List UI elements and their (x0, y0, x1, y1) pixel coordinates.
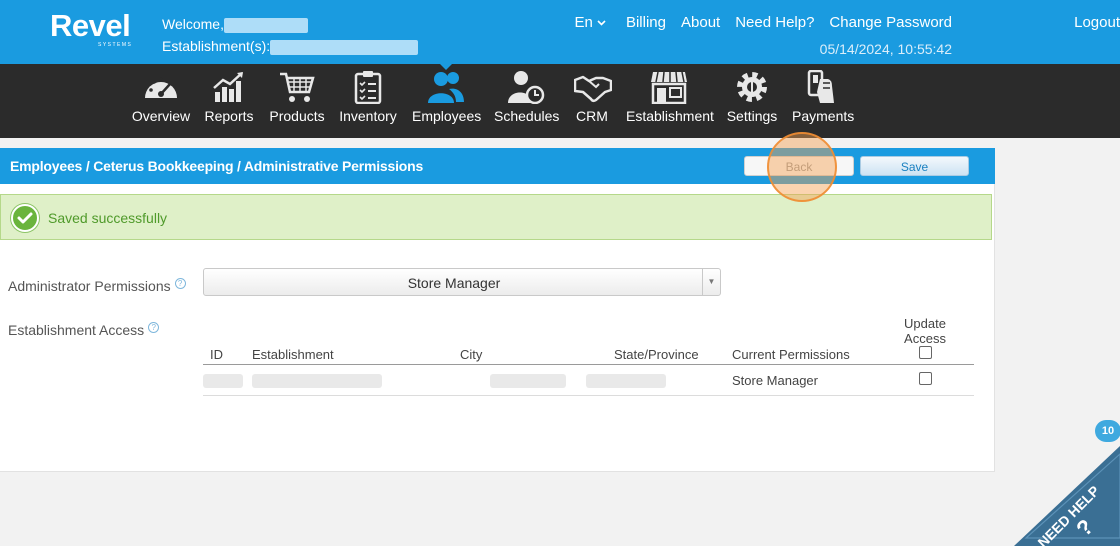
column-header-current-permissions: Current Permissions (732, 316, 896, 365)
need-help-link[interactable]: Need Help? (735, 14, 814, 31)
brand-name: Revel (50, 8, 131, 43)
chevron-down-icon (597, 20, 606, 26)
redacted-value (490, 373, 566, 388)
table-header-row: ID Establishment City State/Province Cur… (203, 316, 974, 365)
column-header-establishment: Establishment (252, 316, 460, 365)
column-header-city: City (460, 316, 614, 365)
card-icon (807, 70, 834, 103)
module-label: Inventory (339, 108, 397, 124)
active-module-caret (440, 64, 452, 70)
column-header-state: State/Province (614, 316, 732, 365)
redacted-establishment (270, 39, 419, 55)
module-label: Overview (131, 108, 191, 124)
page-title-bar: Employees / Ceterus Bookkeeping / Admini… (0, 148, 995, 184)
help-icon[interactable]: ? (148, 322, 160, 333)
need-help-tab[interactable]: NEED HELP ? (1010, 436, 1120, 546)
welcome-label: Welcome, (162, 16, 224, 32)
module-label: Schedules (494, 108, 560, 124)
cell-id (203, 364, 252, 396)
module-products[interactable]: Products (268, 70, 326, 134)
table-row: Store Manager (203, 364, 974, 396)
content-panel: Employees / Ceterus Bookkeeping / Admini… (0, 148, 995, 472)
update-access-label: Update Access (904, 316, 946, 346)
person-clock-icon (508, 71, 545, 104)
cart-icon (280, 72, 315, 102)
module-label: Establishment (626, 108, 714, 124)
chart-icon (213, 72, 243, 102)
module-employees[interactable]: Employees (412, 70, 482, 134)
top-nav: En Billing About Need Help? Change Passw… (574, 14, 1120, 31)
module-label: CRM (576, 108, 608, 124)
language-label: En (574, 14, 593, 31)
billing-link[interactable]: Billing (626, 14, 666, 31)
change-password-link[interactable]: Change Password (829, 14, 952, 31)
check-icon (11, 204, 39, 232)
module-inventory[interactable]: Inventory (338, 70, 398, 134)
module-settings[interactable]: Settings (726, 70, 778, 134)
select-all-checkbox[interactable] (918, 346, 932, 359)
cell-state (586, 364, 732, 396)
cell-current-permissions: Store Manager (732, 364, 896, 396)
redacted-username (223, 17, 308, 33)
module-overview[interactable]: Overview (130, 70, 192, 134)
module-reports[interactable]: Reports (204, 70, 254, 134)
datetime: 05/14/2024, 10:55:42 (819, 41, 952, 57)
speedometer-icon (145, 77, 177, 98)
module-schedules[interactable]: Schedules (494, 70, 560, 134)
module-label: Employees (412, 108, 482, 124)
breadcrumb: Employees / Ceterus Bookkeeping / Admini… (10, 158, 424, 174)
module-label: Settings (726, 108, 778, 124)
click-highlight (767, 132, 837, 202)
establishment-access-table: ID Establishment City State/Province Cur… (203, 316, 974, 396)
module-nav: Overview Reports Products Inventory Empl… (0, 64, 1120, 138)
brand-sub: SYSTEMS (98, 42, 133, 48)
update-access-checkbox[interactable] (918, 372, 932, 385)
establishment-label: Establishment(s): (162, 38, 271, 54)
module-label: Reports (204, 108, 254, 124)
save-button[interactable]: Save (860, 156, 969, 176)
notification-badge: 10 (1095, 420, 1120, 442)
cell-establishment (252, 364, 460, 396)
about-link[interactable]: About (681, 14, 720, 31)
dropdown-arrow-icon[interactable]: ▼ (702, 269, 720, 295)
redacted-value (586, 373, 666, 388)
establishment-access-label: Establishment Access (8, 322, 145, 338)
admin-permissions-label: Administrator Permissions (8, 278, 171, 294)
people-icon (428, 72, 464, 103)
module-crm[interactable]: CRM (574, 70, 612, 134)
module-label: Products (269, 108, 325, 124)
help-icon[interactable]: ? (174, 278, 186, 289)
column-header-id: ID (203, 316, 252, 365)
handshake-icon (574, 75, 612, 103)
revel-logo[interactable]: Revel SYSTEMS (50, 10, 140, 52)
module-payments[interactable]: Payments (792, 70, 854, 134)
store-icon (651, 71, 687, 104)
establishment-access-row-label: Establishment Access? (8, 322, 160, 338)
cell-update-access (896, 364, 974, 396)
logout-link[interactable]: Logout (1074, 14, 1120, 31)
redacted-value (203, 373, 243, 388)
clipboard-icon (354, 71, 382, 104)
top-header: Revel SYSTEMS Welcome, Establishment(s):… (0, 0, 1120, 64)
admin-permissions-select[interactable]: Store Manager ▼ (203, 268, 721, 296)
alert-message: Saved successfully (48, 210, 168, 226)
column-header-update-access: Update Access (896, 316, 974, 365)
redacted-value (252, 373, 382, 388)
success-alert: Saved successfully (0, 194, 992, 240)
language-select[interactable]: En (574, 14, 606, 31)
gear-icon (737, 72, 767, 102)
module-establishment[interactable]: Establishment (626, 70, 714, 134)
admin-permissions-row-label: Administrator Permissions? (8, 278, 186, 294)
module-label: Payments (792, 108, 855, 124)
welcome-block: Welcome, Establishment(s): (162, 13, 419, 57)
admin-permissions-value: Store Manager (407, 275, 501, 291)
